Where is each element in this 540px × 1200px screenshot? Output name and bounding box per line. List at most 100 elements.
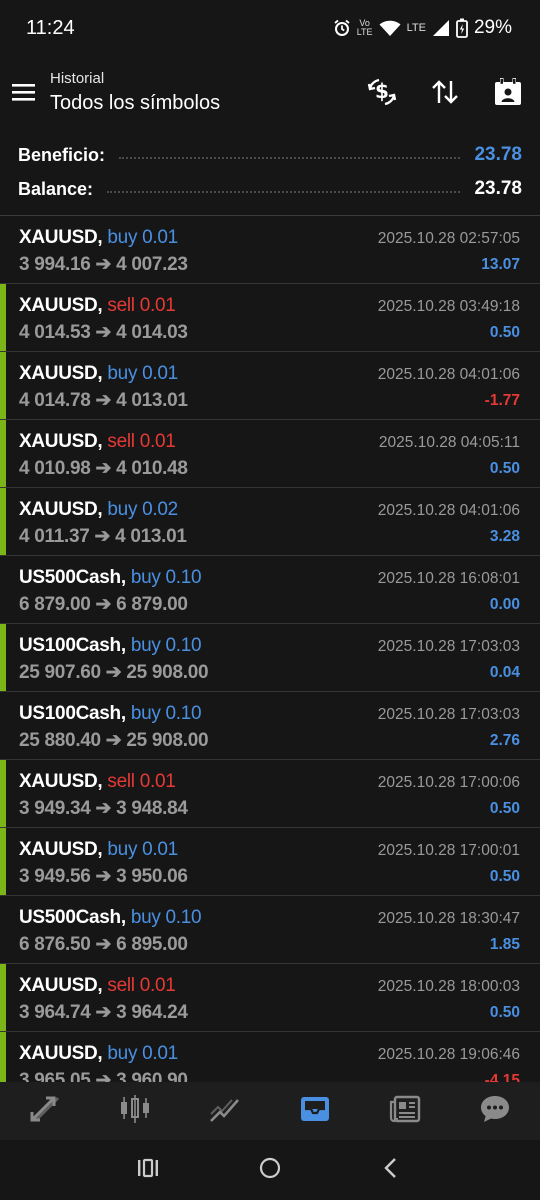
calendar-button[interactable] xyxy=(490,76,526,112)
tab-history[interactable] xyxy=(270,1082,360,1140)
profit-value: 23.78 xyxy=(474,144,522,165)
trade-symbol: XAUUSD, xyxy=(19,363,103,384)
trade-profit: 0.50 xyxy=(489,868,520,885)
trade-title: US100Cash, buy 0.10 xyxy=(19,703,202,725)
trade-symbol: XAUUSD, xyxy=(19,771,103,792)
trade-prices: 25 880.40 ➔ 25 908.00 xyxy=(19,730,209,751)
trade-symbol: US100Cash, xyxy=(19,703,126,724)
trade-row[interactable]: XAUUSD, buy 0.01 3 994.16 ➔ 4 007.23 2025.… xyxy=(0,216,540,284)
trade-profit: -1.77 xyxy=(484,392,520,409)
trade-profit: 13.07 xyxy=(481,256,520,273)
trade-side-volume: buy 0.01 xyxy=(107,227,178,248)
tab-trade[interactable] xyxy=(180,1082,270,1140)
deposit-withdraw-button[interactable]: $ xyxy=(364,76,400,112)
trade-time: 2025.10.28 04:05:11 xyxy=(378,434,520,451)
trade-symbol: XAUUSD, xyxy=(19,499,103,520)
svg-text:$: $ xyxy=(375,79,389,103)
trade-row[interactable]: XAUUSD, sell 0.01 4 010.98 ➔ 4 010.48 2025… xyxy=(0,420,540,488)
trade-title: XAUUSD, sell 0.01 xyxy=(19,771,176,793)
trade-symbol: XAUUSD, xyxy=(19,1043,103,1064)
wifi-icon xyxy=(379,19,401,37)
trade-time: 2025.10.28 17:00:01 xyxy=(377,842,520,859)
trade-title: XAUUSD, buy 0.02 xyxy=(19,499,178,521)
trade-side-volume: buy 0.01 xyxy=(107,839,178,860)
trade-side-volume: sell 0.01 xyxy=(107,295,176,316)
trade-row[interactable]: US500Cash, buy 0.10 6 879.00 ➔ 6 879.00 20… xyxy=(0,556,540,624)
trade-side-volume: sell 0.01 xyxy=(107,431,176,452)
trade-prices: 4 014.78 ➔ 4 013.01 xyxy=(19,390,188,411)
profit-label: Beneficio: xyxy=(18,144,106,165)
trade-profit: 0.04 xyxy=(489,664,520,681)
trade-side-volume: buy 0.10 xyxy=(130,635,202,656)
trade-row[interactable]: XAUUSD, sell 0.01 4 014.53 ➔ 4 014.03 2025… xyxy=(0,284,540,352)
trade-symbol: US500Cash, xyxy=(19,567,126,588)
trade-symbol: XAUUSD, xyxy=(19,975,103,996)
trade-profit: 2.76 xyxy=(489,732,520,749)
trade-time: 2025.10.28 19:06:46 xyxy=(377,1046,520,1063)
trade-row[interactable]: XAUUSD, sell 0.01 3 949.34 ➔ 3 948.84 2025… xyxy=(0,760,540,828)
trade-symbol: XAUUSD, xyxy=(19,431,103,452)
trade-prices: 3 949.34 ➔ 3 948.84 xyxy=(19,798,188,819)
trade-prices: 4 014.53 ➔ 4 014.03 xyxy=(19,322,188,343)
menu-icon[interactable] xyxy=(12,82,36,107)
trade-title: US500Cash, buy 0.10 xyxy=(19,567,202,589)
back-chevron-icon xyxy=(381,1156,401,1185)
news-icon xyxy=(388,1094,422,1129)
trade-list[interactable]: XAUUSD, buy 0.01 3 994.16 ➔ 4 007.23 2025.… xyxy=(0,216,540,1082)
trade-prices: 3 964.74 ➔ 3 964.24 xyxy=(19,1002,188,1023)
sort-arrows-icon xyxy=(430,77,460,112)
trade-row[interactable]: XAUUSD, sell 0.01 3 964.74 ➔ 3 964.24 2025… xyxy=(0,964,540,1032)
trade-title: US100Cash, buy 0.10 xyxy=(19,635,202,657)
trade-side-volume: buy 0.01 xyxy=(107,363,178,384)
trade-icon xyxy=(208,1094,242,1129)
trade-row[interactable]: XAUUSD, buy 0.01 3 949.56 ➔ 3 950.06 2025.… xyxy=(0,828,540,896)
trade-side-volume: buy 0.02 xyxy=(107,499,178,520)
status-bar: 11:24 Vo LTE LTE 29% xyxy=(0,0,540,58)
tab-messages[interactable] xyxy=(450,1082,540,1140)
alarm-icon xyxy=(333,19,351,37)
trade-prices: 4 010.98 ➔ 4 010.48 xyxy=(19,458,188,479)
home-button[interactable] xyxy=(256,1157,284,1182)
trade-time: 2025.10.28 17:00:06 xyxy=(377,774,520,791)
trade-profit: 3.28 xyxy=(489,528,520,545)
back-button[interactable] xyxy=(377,1156,405,1185)
trade-time: 2025.10.28 18:00:03 xyxy=(377,978,520,995)
trade-row[interactable]: US100Cash, buy 0.10 25 907.60 ➔ 25 908.00… xyxy=(0,624,540,692)
trade-row[interactable]: XAUUSD, buy 0.02 4 011.37 ➔ 4 013.01 2025.… xyxy=(0,488,540,556)
recent-apps-button[interactable] xyxy=(134,1158,162,1182)
tab-chart[interactable] xyxy=(90,1082,180,1140)
trade-title: XAUUSD, buy 0.01 xyxy=(19,227,178,249)
dollar-exchange-icon: $ xyxy=(366,76,398,113)
page-title[interactable]: Todos los símbolos xyxy=(50,92,220,115)
trade-row[interactable]: US500Cash, buy 0.10 6 876.50 ➔ 6 895.00 20… xyxy=(0,896,540,964)
tab-news[interactable] xyxy=(360,1082,450,1140)
trade-side-volume: buy 0.10 xyxy=(130,567,202,588)
recent-apps-icon xyxy=(136,1157,160,1184)
trade-profit: 1.85 xyxy=(489,936,520,953)
trade-symbol: XAUUSD, xyxy=(19,839,103,860)
trade-symbol: XAUUSD, xyxy=(19,227,103,248)
trade-title: XAUUSD, buy 0.01 xyxy=(19,363,178,385)
sort-button[interactable] xyxy=(427,76,463,112)
trade-time: 2025.10.28 18:30:47 xyxy=(377,910,520,927)
trade-prices: 3 949.56 ➔ 3 950.06 xyxy=(19,866,188,887)
trade-title: XAUUSD, sell 0.01 xyxy=(19,975,176,997)
tab-quotes[interactable] xyxy=(0,1082,90,1140)
bottom-tab-bar xyxy=(0,1082,540,1140)
trade-profit: 0.50 xyxy=(489,460,520,477)
summary-panel: Beneficio: 23.78 Balance: 23.78 xyxy=(0,138,540,214)
trade-side-volume: sell 0.01 xyxy=(107,771,176,792)
trade-title: US500Cash, buy 0.10 xyxy=(19,907,202,929)
status-time: 11:24 xyxy=(26,17,75,39)
quotes-icon xyxy=(28,1094,62,1129)
trade-time: 2025.10.28 04:01:06 xyxy=(377,366,520,383)
dotted-leader xyxy=(107,191,461,193)
trade-title: XAUUSD, buy 0.01 xyxy=(19,839,178,861)
messages-icon xyxy=(478,1093,512,1130)
trade-row[interactable]: XAUUSD, buy 0.01 3 965.05 ➔ 3 960.90 2025.… xyxy=(0,1032,540,1082)
trade-row[interactable]: XAUUSD, buy 0.01 4 014.78 ➔ 4 013.01 2025.… xyxy=(0,352,540,420)
trade-title: XAUUSD, buy 0.01 xyxy=(19,1043,178,1065)
system-navigation-bar xyxy=(0,1140,540,1200)
trade-row[interactable]: US100Cash, buy 0.10 25 880.40 ➔ 25 908.00… xyxy=(0,692,540,760)
trade-side-volume: sell 0.01 xyxy=(107,975,176,996)
